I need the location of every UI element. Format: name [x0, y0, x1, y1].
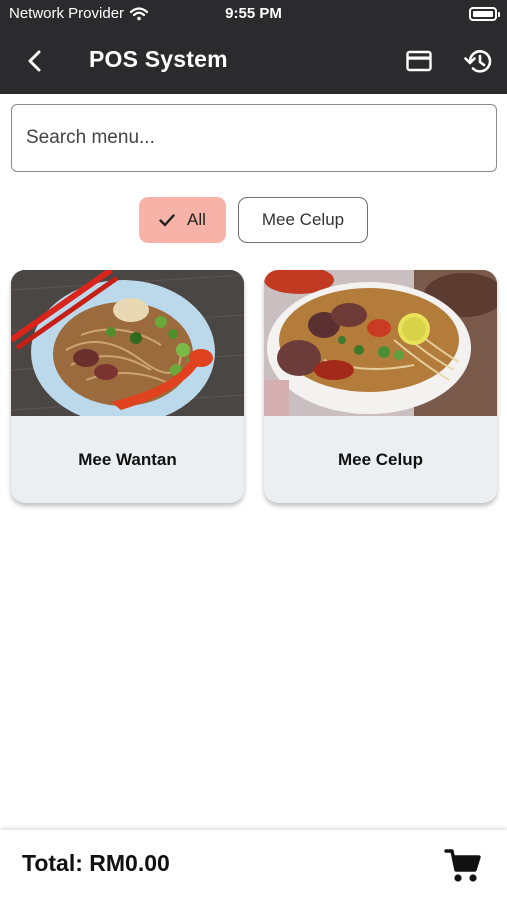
status-bar: Network Provider 9:55 PM [0, 0, 507, 28]
history-button[interactable] [461, 44, 495, 78]
check-icon [159, 214, 175, 227]
battery-icon [469, 7, 500, 21]
menu-item-card[interactable]: Mee Wantan [11, 270, 244, 503]
shopping-cart-icon [444, 849, 481, 882]
page-title: POS System [89, 46, 228, 72]
menu-item-name: Mee Wantan [78, 449, 177, 469]
chevron-left-icon [28, 50, 41, 72]
filter-chip-mee-celup[interactable]: Mee Celup [238, 197, 368, 243]
cart-button[interactable] [441, 844, 485, 888]
food-photo [264, 270, 497, 416]
filter-chip-label: Mee Celup [261, 210, 345, 229]
payment-button[interactable] [402, 44, 436, 78]
menu-item-name: Mee Celup [337, 449, 424, 469]
top-bar: Network Provider 9:55 PM POS System [0, 0, 507, 94]
back-button[interactable] [18, 44, 52, 78]
food-photo [11, 270, 244, 416]
total-amount: Total: RM0.00 [22, 850, 170, 876]
checkout-bar: Total: RM0.00 [0, 830, 507, 900]
status-time: 9:55 PM [225, 5, 282, 22]
pos-screen: Network Provider 9:55 PM POS System Sear… [0, 0, 507, 900]
history-icon [464, 50, 492, 73]
search-input[interactable] [11, 104, 497, 172]
menu-item-card[interactable]: Mee Celup [264, 270, 497, 503]
filter-chip-all[interactable]: All [139, 197, 226, 243]
app-bar: POS System [0, 28, 507, 94]
filter-chips: All Mee Celup [0, 197, 507, 245]
credit-card-icon [406, 50, 432, 72]
filter-chip-label: All [187, 210, 206, 229]
